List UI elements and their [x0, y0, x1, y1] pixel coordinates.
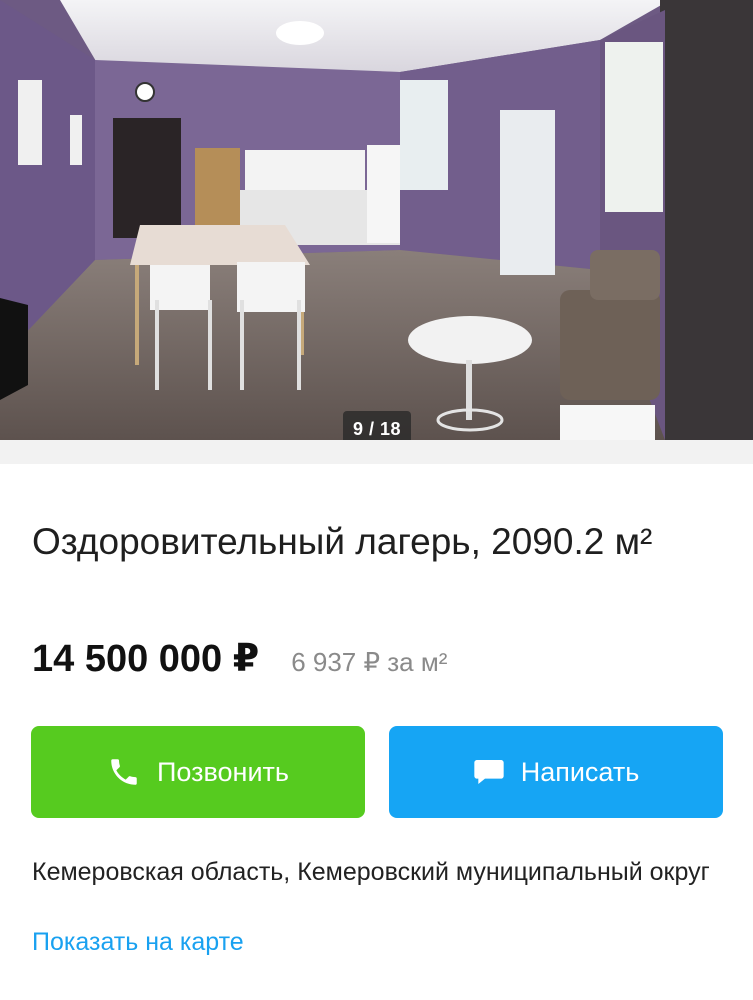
address: Кемеровская область, Кемеровский муницип…	[32, 858, 710, 886]
call-button[interactable]: Позвонить	[31, 726, 365, 818]
photo-gallery[interactable]: 9 / 18	[0, 0, 753, 440]
price: 14 500 000 ₽	[32, 638, 260, 680]
call-button-label: Позвонить	[157, 756, 289, 787]
listing-title: Оздоровительный лагерь, 2090.2 м²	[32, 521, 653, 562]
write-button-label: Написать	[520, 756, 640, 787]
listing-photo	[0, 0, 753, 440]
chat-bubble-icon	[474, 760, 504, 784]
price-per-m2: 6 937 ₽ за м²	[291, 647, 448, 677]
write-button[interactable]: Написать	[389, 726, 723, 818]
photo-counter: 9 / 18	[343, 411, 411, 440]
price-row: 14 500 000 ₽ 6 937 ₽ за м²	[32, 636, 447, 681]
phone-icon	[111, 759, 137, 785]
show-on-map-link[interactable]: Показать на карте	[32, 928, 244, 957]
section-divider	[0, 440, 753, 464]
